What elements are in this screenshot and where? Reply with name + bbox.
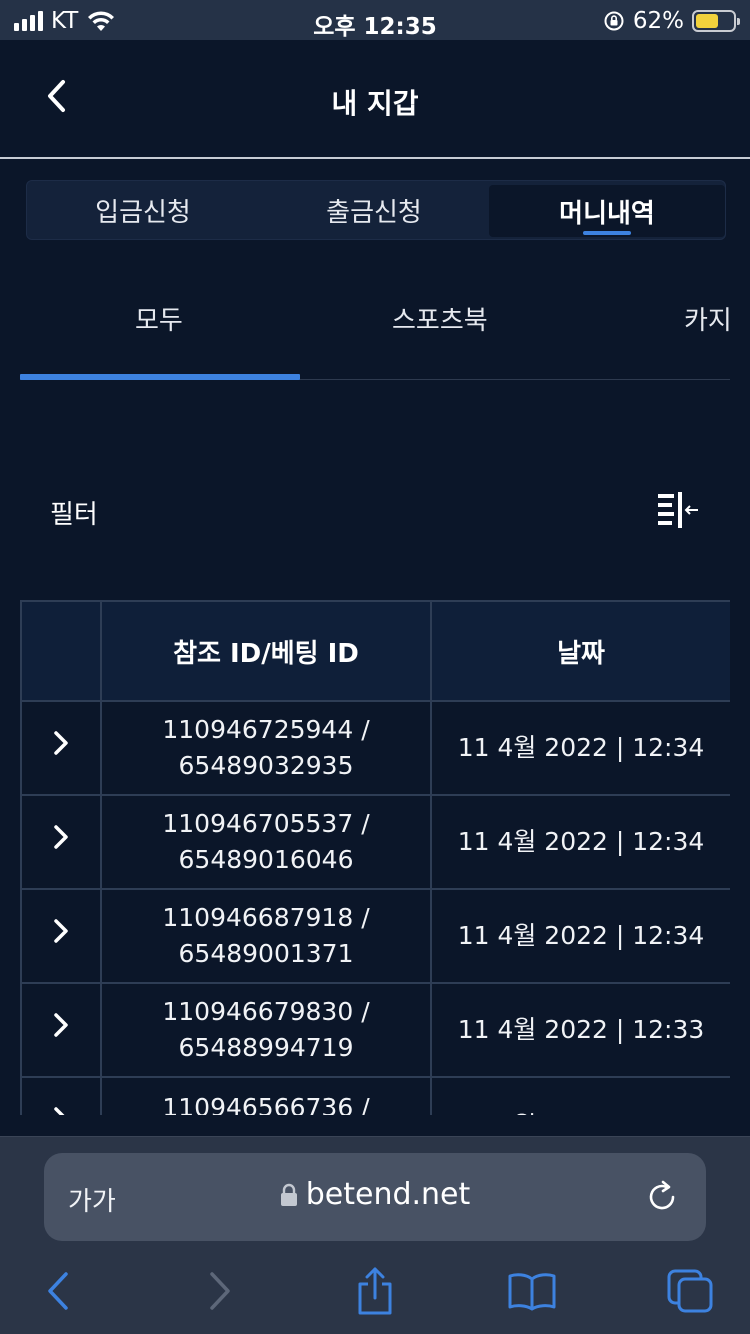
bookmarks-button[interactable] [506,1265,558,1317]
category-tabs: 모두 스포츠북 카지 [20,280,732,380]
reference-id: 110946566736 / [162,1093,370,1115]
header-expand [20,600,102,702]
page-title: 내 지갑 [331,87,419,120]
transaction-table: 참조 ID/베팅 ID 날짜 110946725944 / 6548903293… [20,600,730,1115]
book-icon [508,1273,556,1311]
tabs-button[interactable] [664,1265,716,1317]
chevron-right-icon [54,1107,65,1115]
status-right: 62% [603,8,740,34]
page: KT 오후 12:35 62% 내 지갑 입금신청 출금신청 머니내역 모두 스… [0,0,750,1334]
reference-id: 110946725944 / [162,715,370,744]
reference-cell: 110946679830 / 65488994719 [100,982,432,1078]
bet-id: 65489032935 [178,751,354,780]
battery-percent: 62% [632,8,684,34]
date-cell: 11 4월 2022 | 12:34 [430,794,730,890]
reference-cell: 110946705537 / 65489016046 [100,794,432,890]
reload-icon[interactable] [644,1179,680,1215]
reference-id: 110946687918 / [162,903,370,932]
table-header-row: 참조 ID/베팅 ID 날짜 [20,600,730,702]
expand-row-button[interactable] [20,700,102,796]
date-cell: 11 4월 2022 | 12:34 [430,700,730,796]
lock-icon [280,1183,297,1206]
reference-cell: 110946725944 / 65489032935 [100,700,432,796]
chevron-left-icon [48,1272,68,1310]
share-icon [358,1267,392,1315]
subtab-all[interactable]: 모두 [135,300,183,337]
browser-toolbar: 가가 betend.net [0,1136,750,1334]
expand-row-button[interactable] [20,982,102,1078]
battery-level [696,14,719,28]
subtab-casino[interactable]: 카지 [684,300,732,337]
address-bar[interactable]: 가가 betend.net [44,1153,706,1241]
subtab-sportsbook[interactable]: 스포츠북 [392,300,488,337]
chevron-right-icon [210,1272,230,1310]
expand-row-button[interactable] [20,794,102,890]
tab-withdrawal-request[interactable]: 출금신청 [259,181,489,239]
tabs-icon [667,1269,713,1313]
browser-nav-row [0,1265,750,1317]
active-tab-underline [583,231,631,235]
expand-row-button[interactable] [20,1076,102,1115]
bet-id: 65488994719 [178,1033,354,1062]
expand-row-button[interactable] [20,888,102,984]
reference-id: 110946705537 / [162,809,370,838]
filter-collapse-icon[interactable] [656,492,700,528]
tab-label: 입금신청 [95,197,191,228]
tab-money-history[interactable]: 머니내역 [489,185,725,237]
table-row[interactable]: 110946566736 / 11 4월 2022 | 12:31 [20,1076,730,1115]
header-date: 날짜 [430,600,730,702]
wallet-segment-tabs: 입금신청 출금신청 머니내역 [26,180,726,240]
filter-label[interactable]: 필터 [50,494,98,531]
table-row[interactable]: 110946687918 / 65489001371 11 4월 2022 | … [20,888,730,984]
header-reference-id: 참조 ID/베팅 ID [100,600,432,702]
tab-label: 머니내역 [559,198,655,229]
date-cell: 11 4월 2022 | 12:31 [430,1076,730,1115]
url-text: betend.net [305,1177,471,1212]
chevron-right-icon [54,1013,68,1037]
app-header: 내 지갑 [0,40,750,159]
reference-cell: 110946687918 / 65489001371 [100,888,432,984]
table-row[interactable]: 110946705537 / 65489016046 11 4월 2022 | … [20,794,730,890]
chevron-right-icon [54,919,68,943]
tab-deposit-request[interactable]: 입금신청 [27,181,259,239]
tab-label: 출금신청 [326,197,422,228]
url-display[interactable]: betend.net [44,1177,706,1212]
date-cell: 11 4월 2022 | 12:33 [430,982,730,1078]
chevron-right-icon [54,731,68,755]
browser-forward-button[interactable] [194,1265,246,1317]
chevron-right-icon [54,825,68,849]
share-button[interactable] [349,1265,401,1317]
subtab-indicator [20,374,300,380]
table-row[interactable]: 110946679830 / 65488994719 11 4월 2022 | … [20,982,730,1078]
orientation-lock-icon [604,11,624,31]
date-cell: 11 4월 2022 | 12:34 [430,888,730,984]
reference-cell: 110946566736 / [100,1076,432,1115]
bet-id: 65489001371 [178,939,354,968]
bet-id: 65489016046 [178,845,354,874]
status-bar: KT 오후 12:35 62% [0,0,750,40]
battery-icon [692,10,740,32]
browser-back-button[interactable] [32,1265,84,1317]
table-row[interactable]: 110946725944 / 65489032935 11 4월 2022 | … [20,700,730,796]
reference-id: 110946679830 / [162,997,370,1026]
